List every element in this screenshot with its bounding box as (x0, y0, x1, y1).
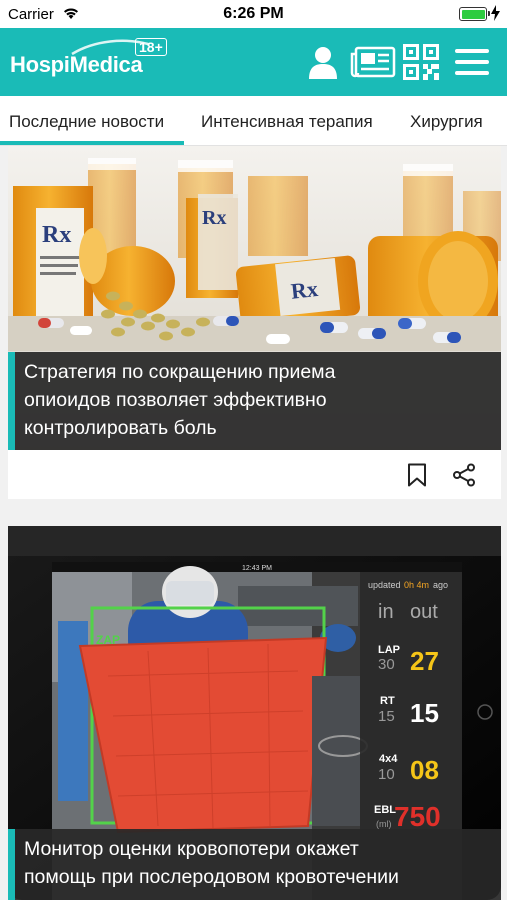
caption-accent-bar (8, 352, 15, 450)
article-actions (8, 450, 501, 499)
updated-value: 0h 4m (404, 580, 429, 590)
battery-icon (459, 7, 490, 21)
qr-scan-button[interactable] (403, 44, 439, 80)
article-title-line: опиоидов позволяет эффективно (24, 389, 327, 411)
article-title-line: контролировать боль (24, 417, 217, 439)
rx-label-3: Rx (290, 276, 319, 304)
article-card[interactable]: 12:43 PM ZAP updated 0h 4m ago in out LA… (8, 526, 501, 900)
rx-label: Rx (42, 222, 71, 248)
article-title-line: Монитор оценки кровопотери окажет (24, 838, 359, 860)
article-title-line: Стратегия по сокращению приема (24, 361, 336, 383)
tab-latest-news[interactable]: Последние новости (9, 112, 164, 132)
tab-intensive-care[interactable]: Интенсивная терапия (201, 112, 373, 132)
share-button[interactable] (451, 462, 477, 488)
row-in-4x4: 10 (378, 766, 395, 783)
row-label-lap: LAP (378, 644, 400, 656)
row-label-4x4: 4x4 (379, 753, 398, 765)
share-icon (453, 463, 475, 487)
column-in-label: in (378, 601, 394, 623)
row-out-ebl: 750 (394, 801, 441, 832)
article-card[interactable]: Rx Rx Rx Стратегия по сокращению приема … (8, 146, 501, 499)
status-bar: Carrier 6:26 PM (0, 0, 507, 28)
caption-accent-bar (8, 829, 15, 900)
app-header: HospiMedica 18+ (0, 28, 507, 96)
qr-code-icon (403, 44, 439, 80)
row-out-rt: 15 (410, 698, 439, 728)
updated-prefix: updated (368, 580, 401, 590)
status-time: 6:26 PM (223, 5, 284, 22)
article-title-line: помощь при послеродовом кровотечении (24, 866, 399, 888)
category-tabs: Последние новости Интенсивная терапия Хи… (0, 96, 507, 146)
row-out-lap: 27 (410, 646, 439, 676)
age-rating-badge: 18+ (135, 38, 167, 56)
newspaper-button[interactable] (350, 44, 396, 80)
column-out-label: out (410, 601, 438, 623)
row-unit-ebl: (ml) (376, 819, 392, 829)
rx-label-2: Rx (202, 207, 226, 229)
hospimedica-logo[interactable]: HospiMedica 18+ (10, 38, 167, 82)
user-profile-button[interactable] (306, 44, 340, 80)
row-label-ebl: EBL (374, 804, 396, 816)
row-in-rt: 15 (378, 708, 395, 725)
menu-icon (455, 49, 489, 75)
user-icon (309, 47, 337, 79)
tablet-status-time: 12:43 PM (242, 565, 272, 572)
newspaper-icon (350, 46, 396, 78)
row-out-4x4: 08 (410, 755, 439, 785)
charging-icon (491, 5, 500, 21)
logo-text: HospiMedica (10, 52, 143, 77)
bookmark-button[interactable] (404, 462, 430, 488)
tab-surgery[interactable]: Хирургия (410, 112, 483, 132)
row-label-rt: RT (380, 695, 395, 707)
bookmark-icon (408, 463, 426, 487)
menu-button[interactable] (455, 44, 489, 80)
article-title[interactable]: Стратегия по сокращению приема опиоидов … (8, 352, 501, 450)
row-in-lap: 30 (378, 656, 395, 673)
article-title[interactable]: Монитор оценки кровопотери окажет помощь… (8, 829, 501, 900)
updated-suffix: ago (433, 580, 448, 590)
active-tab-indicator (0, 141, 184, 145)
